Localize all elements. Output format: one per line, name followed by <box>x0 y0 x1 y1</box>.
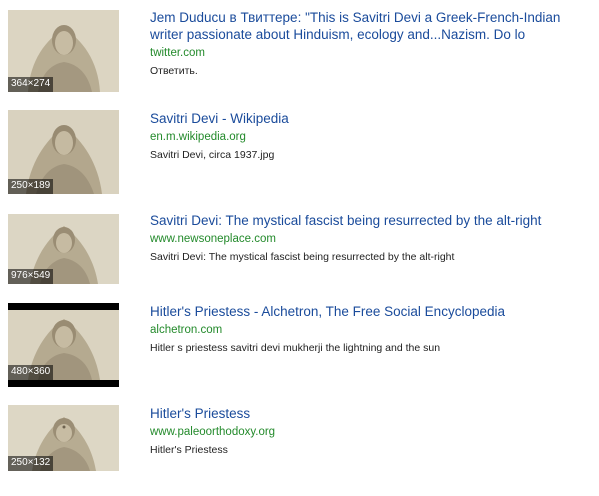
result-title-link[interactable]: Hitler's Priestess - Alchetron, The Free… <box>150 303 593 320</box>
image-dimensions-label: 976×549 <box>8 269 54 284</box>
result-snippet: Ответить. <box>150 65 198 77</box>
result-title-link[interactable]: Savitri Devi: The mystical fascist being… <box>150 212 593 229</box>
result-url[interactable]: www.paleoorthodoxy.org <box>150 425 593 440</box>
image-dimensions-label: 250×189 <box>8 179 54 194</box>
image-results-list: 364×274 Jem Duducu в Твиттере: "This is … <box>0 0 599 496</box>
result-title-link[interactable]: Savitri Devi - Wikipedia <box>150 110 593 127</box>
result-thumbnail[interactable]: 364×274 <box>8 10 119 92</box>
result-snippet: Savitri Devi: The mystical fascist being… <box>150 251 455 263</box>
result-thumbnail[interactable]: 480×360 <box>8 303 119 387</box>
result-title-link[interactable]: Hitler's Priestess <box>150 405 593 422</box>
result-url[interactable]: en.m.wikipedia.org <box>150 130 593 145</box>
result-url[interactable]: www.newsoneplace.com <box>150 232 593 247</box>
image-dimensions-label: 250×132 <box>8 456 54 471</box>
result-snippet: Hitler's Priestess <box>150 444 228 456</box>
result-url[interactable]: alchetron.com <box>150 323 593 338</box>
image-dimensions-label: 480×360 <box>8 365 54 380</box>
image-dimensions-label: 364×274 <box>8 77 54 92</box>
result-snippet: Savitri Devi, circa 1937.jpg <box>150 149 275 161</box>
result-thumbnail[interactable]: 250×189 <box>8 110 119 194</box>
result-url[interactable]: twitter.com <box>150 46 593 61</box>
result-thumbnail[interactable]: 250×132 <box>8 405 119 471</box>
result-title-link[interactable]: Jem Duducu в Твиттере: "This is Savitri … <box>150 9 593 43</box>
result-thumbnail[interactable]: 976×549 <box>8 214 119 284</box>
result-snippet: Hitler s priestess savitri devi mukherji… <box>150 342 441 354</box>
